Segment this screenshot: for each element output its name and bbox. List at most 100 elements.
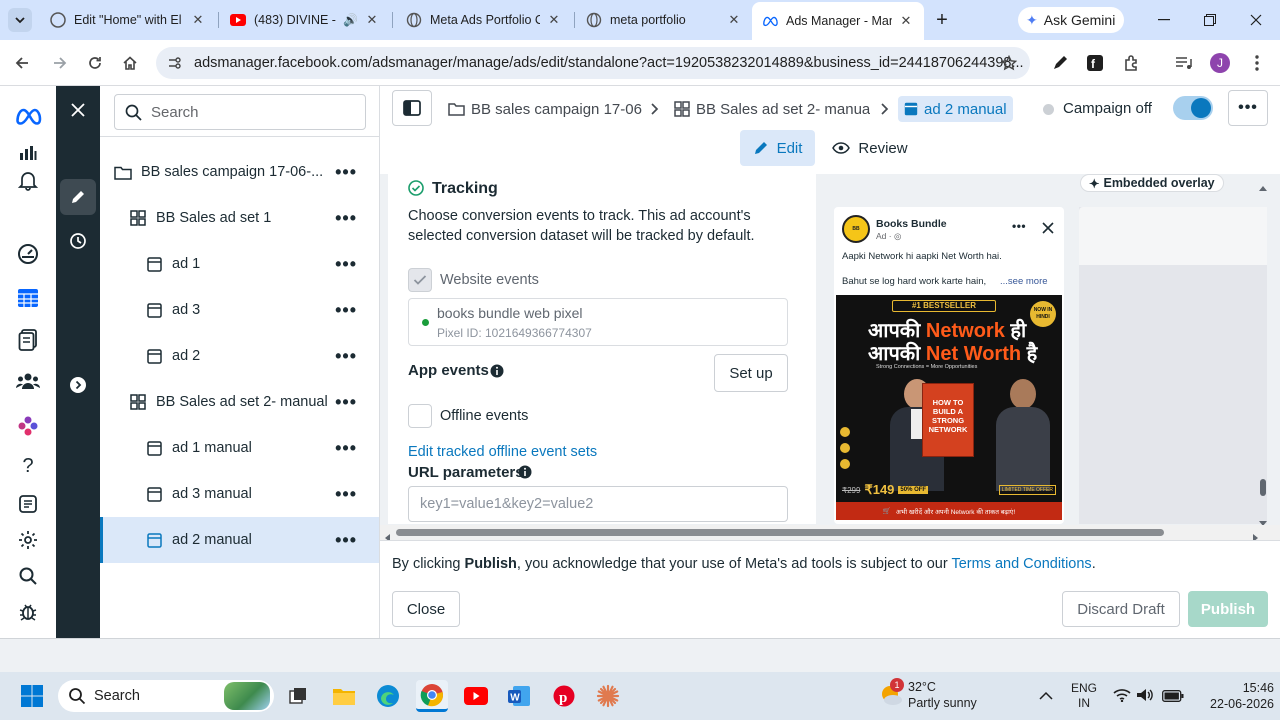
ask-gemini-button[interactable]: ✦ Ask Gemini <box>1018 7 1124 33</box>
pixel-card[interactable]: books bundle web pixel Pixel ID: 1021649… <box>408 298 788 346</box>
tree-item-campaign[interactable]: BB sales campaign 17-06-... ••• <box>100 149 379 195</box>
site-info-icon[interactable] <box>166 55 182 75</box>
bookmark-star-button[interactable] <box>997 51 1021 75</box>
browser-tab-5-active[interactable]: Ads Manager - Man ✕ <box>752 2 924 40</box>
url-parameters-input[interactable]: key1=value1&key2=value2 <box>408 486 788 522</box>
address-bar[interactable]: adsmanager.facebook.com/adsmanager/manag… <box>156 47 1030 79</box>
wifi-icon[interactable] <box>1113 688 1131 705</box>
youtube-button[interactable] <box>460 680 492 712</box>
tree-search-input[interactable]: Search <box>114 94 366 130</box>
tree-item-ad[interactable]: ad 1 manual ••• <box>100 425 379 471</box>
tree-item-ad[interactable]: ad 2 ••• <box>100 333 379 379</box>
close-icon[interactable]: ✕ <box>364 12 380 28</box>
more-options-icon[interactable]: ••• <box>335 484 357 505</box>
settings-gear-icon[interactable] <box>14 526 42 554</box>
tree-item-ad[interactable]: ad 3 ••• <box>100 287 379 333</box>
more-options-icon[interactable]: ••• <box>335 392 357 413</box>
back-button[interactable] <box>10 51 34 75</box>
performance-gauge-icon[interactable] <box>14 240 42 268</box>
pinterest-button[interactable]: p <box>548 680 580 712</box>
browser-tab-1[interactable]: Edit "Home" with El ✕ <box>40 4 216 36</box>
info-icon[interactable] <box>518 465 532 482</box>
tree-item-ad[interactable]: ad 3 manual ••• <box>100 471 379 517</box>
setup-app-events-button[interactable]: Set up <box>714 354 788 392</box>
embedded-overlay-badge[interactable]: ✦ Embedded overlay <box>1080 174 1224 192</box>
extensions-button[interactable] <box>1120 51 1144 75</box>
close-icon[interactable]: ✕ <box>546 12 562 28</box>
expand-panel-button[interactable] <box>60 367 96 403</box>
tab-edit[interactable]: Edit <box>740 130 815 166</box>
tree-item-adset[interactable]: BB Sales ad set 2- manual ••• <box>100 379 379 425</box>
file-explorer-button[interactable] <box>328 680 360 712</box>
toggle-panel-button[interactable] <box>392 90 432 126</box>
info-icon[interactable] <box>490 364 504 381</box>
more-options-icon[interactable]: ••• <box>335 208 357 229</box>
bug-report-icon[interactable] <box>14 598 42 626</box>
more-options-icon[interactable]: ••• <box>335 300 357 321</box>
volume-icon[interactable] <box>1136 688 1154 705</box>
audiences-icon[interactable] <box>14 367 42 395</box>
editor-horizontal-scrollbar[interactable] <box>380 525 1280 542</box>
more-options-icon[interactable]: ••• <box>1012 219 1026 233</box>
search-icon[interactable] <box>14 562 42 590</box>
see-more-link[interactable]: ...see more <box>1000 276 1048 287</box>
more-options-icon[interactable]: ••• <box>335 530 357 551</box>
more-options-icon[interactable]: ••• <box>335 438 357 459</box>
analytics-icon[interactable] <box>14 139 42 167</box>
word-button[interactable]: W <box>503 680 535 712</box>
scroll-thumb[interactable] <box>396 529 1164 536</box>
more-options-icon[interactable]: ••• <box>335 162 357 183</box>
campaign-toggle[interactable] <box>1173 96 1213 120</box>
scroll-thumb[interactable] <box>1260 479 1266 496</box>
ads-manager-table-icon[interactable] <box>14 284 42 312</box>
chrome-button[interactable] <box>416 680 448 712</box>
meta-logo-icon[interactable] <box>14 102 42 130</box>
close-editor-button[interactable] <box>60 92 96 128</box>
tab-search-button[interactable] <box>8 8 32 32</box>
meta-business-suite-icon[interactable] <box>14 412 42 440</box>
restore-button[interactable] <box>1198 10 1222 30</box>
edit-offline-events-link[interactable]: Edit tracked offline event sets <box>408 444 597 460</box>
edit-mode-button[interactable] <box>60 179 96 215</box>
extension-pen-button[interactable] <box>1048 51 1072 75</box>
reload-button[interactable] <box>83 51 107 75</box>
media-controls-button[interactable] <box>1172 51 1196 75</box>
breadcrumb-campaign[interactable]: BB sales campaign 17-06 <box>448 98 644 120</box>
breadcrumb-adset[interactable]: BB Sales ad set 2- manua <box>674 98 870 120</box>
edge-button[interactable] <box>372 680 404 712</box>
reports-icon[interactable] <box>14 490 42 518</box>
scroll-up-icon[interactable] <box>1259 178 1267 194</box>
show-hidden-icons-button[interactable] <box>1030 680 1062 712</box>
browser-tab-2[interactable]: (483) DIVINE - M 🔊 ✕ <box>220 4 390 36</box>
claude-app-button[interactable] <box>592 680 624 712</box>
website-events-checkbox[interactable] <box>408 268 432 292</box>
close-button[interactable]: Close <box>392 591 460 627</box>
breadcrumb-ad-current[interactable]: ad 2 manual <box>898 96 1013 122</box>
tree-item-adset[interactable]: BB Sales ad set 1 ••• <box>100 195 379 241</box>
notifications-bell-icon[interactable] <box>14 166 42 194</box>
close-icon[interactable] <box>1042 221 1054 237</box>
more-options-icon[interactable]: ••• <box>335 254 357 275</box>
speaker-icon[interactable]: 🔊 <box>343 13 358 27</box>
terms-link[interactable]: Terms and Conditions <box>951 556 1091 572</box>
minimize-button[interactable] <box>1152 10 1176 30</box>
home-button[interactable] <box>118 51 142 75</box>
publish-button[interactable]: Publish <box>1188 591 1268 627</box>
new-tab-button[interactable]: + <box>930 8 954 32</box>
browser-tab-4[interactable]: meta portfolio ✕ <box>576 4 752 36</box>
preview-scrollbar[interactable] <box>1259 174 1267 526</box>
weather-widget[interactable]: 1 32°C Partly sunny <box>876 678 986 714</box>
tree-item-ad-selected[interactable]: ad 2 manual ••• <box>100 517 379 563</box>
windows-start-button[interactable] <box>16 680 48 712</box>
language-indicator[interactable]: ENG IN <box>1066 681 1102 713</box>
profile-avatar[interactable]: J <box>1210 53 1230 73</box>
close-icon[interactable]: ✕ <box>190 12 206 28</box>
extension-f-button[interactable]: f <box>1083 51 1107 75</box>
clock[interactable]: 15:46 22-06-2026 <box>1196 680 1274 712</box>
history-button[interactable] <box>60 223 96 259</box>
discard-draft-button[interactable]: Discard Draft <box>1062 591 1180 627</box>
more-actions-button[interactable]: ••• <box>1228 90 1268 126</box>
task-view-button[interactable] <box>282 680 314 712</box>
forward-button[interactable] <box>48 51 72 75</box>
more-options-icon[interactable]: ••• <box>335 346 357 367</box>
